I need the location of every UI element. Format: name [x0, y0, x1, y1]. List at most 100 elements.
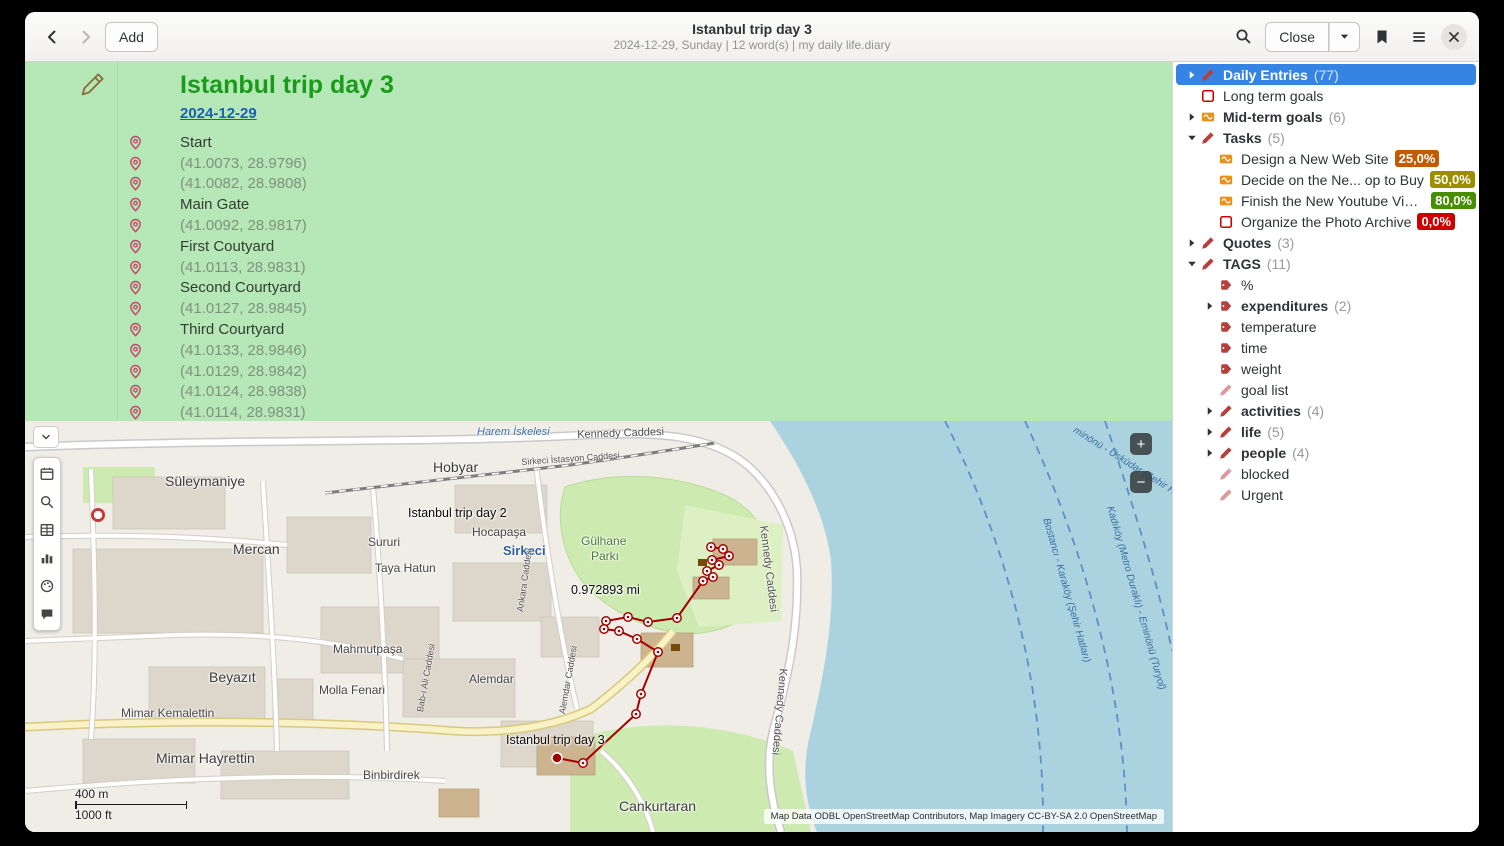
map-pin-icon: [128, 155, 144, 171]
back-button[interactable]: [37, 22, 67, 52]
menu-button[interactable]: [1404, 22, 1434, 52]
entry-location-list: Start(41.0073, 28.9796)(41.0082, 28.9808…: [118, 132, 1172, 421]
route-waypoint-dot: [712, 576, 715, 579]
map-search-button[interactable]: [35, 489, 59, 515]
sidebar-item-finish-the-new-youtube-video[interactable]: Finish the New Youtube Video80,0%: [1176, 190, 1476, 211]
sidebar-item-expenditures[interactable]: expenditures(2): [1176, 295, 1476, 316]
expander-right-icon[interactable]: [1202, 424, 1218, 440]
entry-list-item: (41.0073, 28.9796): [118, 153, 1172, 174]
entry-gutter: [25, 62, 118, 421]
sidebar-item-label: TAGS: [1223, 256, 1261, 272]
sidebar-item-label: people: [1241, 445, 1286, 461]
sidebar-item-decide-on-the-ne-op-to-buy[interactable]: Decide on the Ne... op to Buy50,0%: [1176, 169, 1476, 190]
sidebar-item-mid-term-goals[interactable]: Mid-term goals(6): [1176, 106, 1476, 127]
pencil-icon: [1200, 235, 1216, 251]
window-close-button[interactable]: [1441, 24, 1467, 50]
route-waypoint-dot: [647, 621, 650, 624]
sidebar-item-urgent[interactable]: Urgent: [1176, 484, 1476, 505]
close-entry-button[interactable]: Close: [1265, 22, 1329, 52]
sidebar-item-activities[interactable]: activities(4): [1176, 400, 1476, 421]
expander-down-icon[interactable]: [1184, 130, 1200, 146]
expander-right-icon[interactable]: [1202, 445, 1218, 461]
wave-icon: [1218, 193, 1234, 209]
sidebar-item-people[interactable]: people(4): [1176, 442, 1476, 463]
map-pin-icon: [128, 301, 144, 317]
diary-entry-panel[interactable]: Istanbul trip day 3 2024-12-29 Start(41.…: [25, 62, 1172, 421]
item-count: (5): [1268, 130, 1285, 146]
sidebar-item-weight[interactable]: weight: [1176, 358, 1476, 379]
search-button[interactable]: [1228, 22, 1258, 52]
coordinate-text: (41.0124, 28.9838): [180, 383, 307, 400]
expander-spacer: [1202, 361, 1218, 377]
progress-badge: 50,0%: [1430, 171, 1475, 188]
sidebar-item-organize-the-photo-archive[interactable]: Organize the Photo Archive0,0%: [1176, 211, 1476, 232]
expander-right-icon[interactable]: [1184, 67, 1200, 83]
scale-bar: [75, 804, 187, 805]
map-pin-icon: [128, 363, 144, 379]
sidebar-item-design-a-new-web-site[interactable]: Design a New Web Site25,0%: [1176, 148, 1476, 169]
route-waypoint-dot: [627, 616, 630, 619]
headerbar: Add Istanbul trip day 3 2024-12-29, Sund…: [25, 12, 1479, 62]
zoom-out-button[interactable]: −: [1130, 471, 1152, 493]
calendar-button[interactable]: [35, 461, 59, 487]
zoom-in-button[interactable]: +: [1130, 433, 1152, 455]
entry-list-item: First Coutyard: [118, 236, 1172, 257]
route-waypoint-dot: [728, 555, 731, 558]
chevron-down-icon: [39, 430, 53, 444]
chart-button[interactable]: [35, 545, 59, 571]
expander-right-icon[interactable]: [1184, 109, 1200, 125]
sidebar-item-blocked[interactable]: blocked: [1176, 463, 1476, 484]
sidebar-item-tags[interactable]: TAGS(11): [1176, 253, 1476, 274]
collapse-map-button[interactable]: [33, 426, 59, 448]
water-area: [770, 421, 1172, 832]
map-pin-icon: [128, 238, 144, 254]
bookmark-button[interactable]: [1367, 22, 1397, 52]
close-dropdown-button[interactable]: [1329, 22, 1360, 52]
table-button[interactable]: [35, 517, 59, 543]
notes-button[interactable]: [35, 601, 59, 627]
wave-icon: [1218, 151, 1234, 167]
route-waypoint-dot: [603, 628, 606, 631]
forward-button[interactable]: [71, 22, 101, 52]
coordinate-text: (41.0092, 28.9817): [180, 217, 307, 234]
expander-spacer: [1202, 382, 1218, 398]
expander-spacer: [1202, 214, 1218, 230]
sidebar-item-daily-entries[interactable]: Daily Entries(77): [1176, 64, 1476, 85]
item-count: (6): [1329, 109, 1346, 125]
map-attribution: Map Data ODBL OpenStreetMap Contributors…: [764, 809, 1164, 824]
chevron-down-icon: [1339, 31, 1350, 42]
entry-date-link[interactable]: 2024-12-29: [180, 104, 257, 124]
map-canvas[interactable]: [25, 421, 1172, 832]
theme-button[interactable]: [35, 573, 59, 599]
chevron-right-icon: [78, 29, 94, 45]
sidebar-item-tag[interactable]: %: [1176, 274, 1476, 295]
location-label: Start: [180, 134, 212, 151]
expander-right-icon[interactable]: [1202, 403, 1218, 419]
edit-pencil-icon: [77, 70, 107, 105]
sidebar-item-goal-list[interactable]: goal list: [1176, 379, 1476, 400]
sidebar-item-long-term-goals[interactable]: Long term goals: [1176, 85, 1476, 106]
map-pin-icon: [128, 322, 144, 338]
entry-list-item: (41.0092, 28.9817): [118, 215, 1172, 236]
entry-list-item: Third Courtyard: [118, 319, 1172, 340]
expander-right-icon[interactable]: [1184, 235, 1200, 251]
add-button[interactable]: Add: [105, 22, 158, 52]
map-pin-icon: [128, 134, 144, 150]
expander-right-icon[interactable]: [1202, 298, 1218, 314]
pencil-light-icon: [1218, 466, 1234, 482]
entry-list-item: (41.0127, 28.9845): [118, 298, 1172, 319]
route-endpoint-marker[interactable]: [552, 753, 562, 763]
sidebar-item-life[interactable]: life(5): [1176, 421, 1476, 442]
sidebar-item-time[interactable]: time: [1176, 337, 1476, 358]
route-waypoint-dot: [635, 713, 638, 716]
sidebar-item-temperature[interactable]: temperature: [1176, 316, 1476, 337]
coordinate-text: (41.0114, 28.9831): [180, 404, 306, 421]
sidebar-item-quotes[interactable]: Quotes(3): [1176, 232, 1476, 253]
expander-down-icon[interactable]: [1184, 256, 1200, 272]
sidebar-item-tasks[interactable]: Tasks(5): [1176, 127, 1476, 148]
location-label: First Coutyard: [180, 238, 274, 255]
entry-list-item: (41.0124, 28.9838): [118, 382, 1172, 403]
map-panel[interactable]: Istanbul trip day 2 0.972893 mi Istanbul…: [25, 421, 1172, 832]
coordinate-text: (41.0127, 28.9845): [180, 300, 307, 317]
sidebar-item-label: Long term goals: [1223, 88, 1323, 104]
